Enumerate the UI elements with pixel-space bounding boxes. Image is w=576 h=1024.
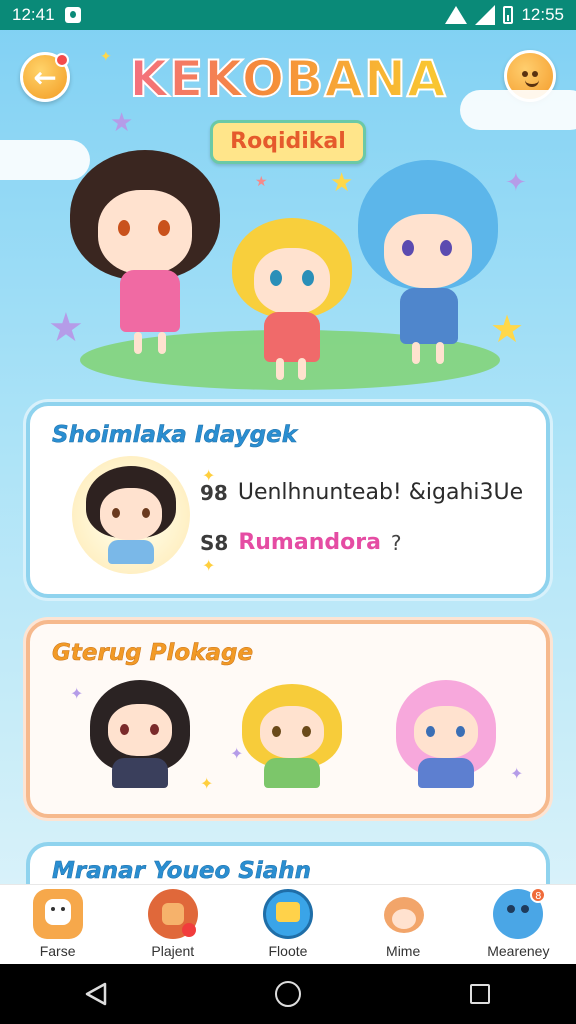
info-number: 98 bbox=[200, 480, 228, 505]
nav-label: Mime bbox=[386, 943, 421, 959]
info-suffix: ? bbox=[390, 530, 402, 555]
sparkle-icon: ★ bbox=[255, 174, 268, 190]
star-icon: ✦ bbox=[505, 168, 527, 198]
status-clock: 12:55 bbox=[521, 5, 564, 24]
gallery-character-dark[interactable] bbox=[86, 680, 196, 790]
wifi-icon bbox=[445, 6, 468, 24]
star-icon: ★ bbox=[110, 108, 134, 138]
card-title: Mranar Youeo Siahn bbox=[52, 858, 312, 885]
system-recents-button[interactable] bbox=[460, 974, 500, 1014]
character-dark-hair bbox=[70, 140, 220, 370]
smiley-face-icon bbox=[525, 80, 539, 87]
sparkle-icon: ✦ bbox=[100, 49, 112, 65]
nav-item-plajent[interactable]: Plajent bbox=[123, 889, 223, 959]
character-blonde bbox=[232, 218, 352, 380]
sparkle-icon: ✦ bbox=[70, 684, 84, 703]
sparkle-icon: ✦ bbox=[200, 774, 214, 793]
sparkle-icon: ✦ bbox=[510, 764, 524, 783]
card-title: Gterug Plokage bbox=[52, 640, 254, 667]
info-number: S8 bbox=[200, 530, 229, 555]
scroll-character-icon bbox=[32, 889, 83, 939]
system-home-button[interactable] bbox=[268, 974, 308, 1014]
nav-label: Plajent bbox=[151, 943, 195, 959]
cloud bbox=[460, 90, 576, 130]
info-text: Rumandora bbox=[238, 530, 381, 555]
nav-item-farse[interactable]: Farse bbox=[8, 889, 108, 959]
notification-icon bbox=[64, 7, 81, 23]
nav-item-meareney[interactable]: 8 Meareney bbox=[468, 887, 568, 959]
system-back-button[interactable] bbox=[76, 974, 116, 1014]
nav-item-floote[interactable]: Floote bbox=[238, 889, 338, 959]
sparkle-icon: ✦ bbox=[230, 744, 244, 763]
info-row: 98 Uenlhnunteab! &igahi3Ue bbox=[200, 480, 523, 505]
info-row: S8 Rumandora ? bbox=[200, 530, 402, 555]
bottom-navigation: Farse Plajent Floote Mime 8 Meareney bbox=[0, 884, 576, 964]
battery-icon bbox=[503, 6, 514, 24]
character-blue-hair bbox=[358, 160, 498, 370]
chat-bubble-icon bbox=[262, 889, 313, 939]
gallery-character-blonde[interactable] bbox=[238, 680, 348, 790]
hero-illustration: ★ ★ ✦ ★ ★ ✦ ★ bbox=[0, 50, 576, 390]
notification-badge: 8 bbox=[530, 887, 547, 903]
circle-home-icon bbox=[275, 981, 301, 1007]
info-text: Uenlhnunteab! &igahi3Ue bbox=[237, 480, 524, 505]
bag-icon bbox=[147, 889, 198, 939]
gallery-card: Gterug Plokage ✦ ✦ ✦ ✦ bbox=[26, 620, 550, 818]
triangle-back-icon bbox=[85, 982, 107, 1006]
avatar bbox=[72, 456, 190, 574]
gallery-character-pink[interactable] bbox=[392, 680, 502, 790]
nav-label: Floote bbox=[268, 943, 308, 959]
star-icon: ★ bbox=[330, 168, 354, 198]
square-recents-icon bbox=[470, 984, 490, 1004]
nav-label: Meareney bbox=[487, 943, 550, 959]
status-bar: 12:41 12:55 bbox=[0, 0, 576, 30]
card-title: Shoimlaka Idaygek bbox=[52, 422, 298, 449]
signal-icon bbox=[475, 5, 496, 25]
cat-face-icon bbox=[378, 889, 428, 939]
nav-label: Farse bbox=[39, 943, 76, 959]
sparkle-icon: ✦ bbox=[202, 556, 216, 575]
profile-card[interactable]: Shoimlaka Idaygek ✦ ✦ 98 Uenlhnunteab! &… bbox=[26, 402, 550, 598]
status-time: 12:41 bbox=[12, 5, 55, 24]
system-navigation-bar bbox=[0, 964, 576, 1024]
nav-item-mime[interactable]: Mime bbox=[353, 889, 453, 959]
